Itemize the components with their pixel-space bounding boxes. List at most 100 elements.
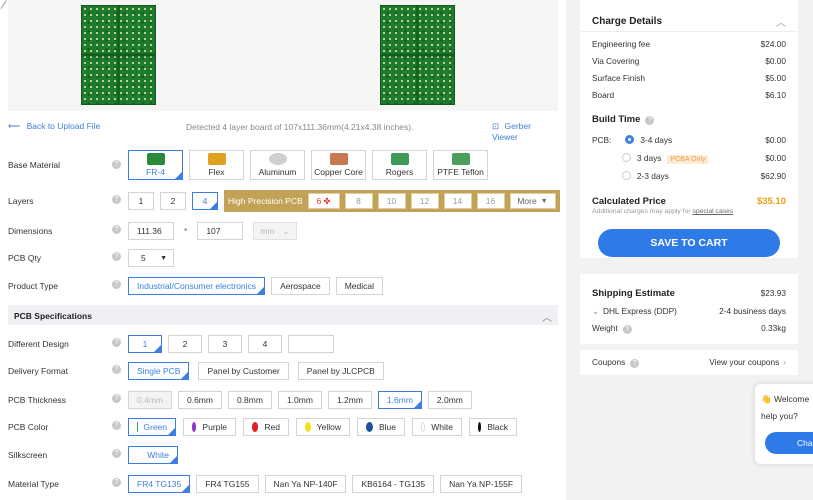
- help-icon[interactable]: ?: [112, 195, 121, 204]
- color-purple[interactable]: Purple: [183, 418, 236, 436]
- thickness-1-2mm[interactable]: 1.2mm: [327, 391, 372, 409]
- material-flex[interactable]: Flex: [189, 150, 244, 180]
- height-input[interactable]: 107: [197, 222, 244, 240]
- thickness-2-0mm[interactable]: 2.0mm: [427, 391, 472, 409]
- material-type-fr4-tg135[interactable]: FR4 TG135: [128, 475, 191, 493]
- charge-line: Engineering fee $24.00: [592, 39, 786, 49]
- material-type-label: Material Type: [8, 479, 59, 489]
- color-swatch: [478, 422, 482, 432]
- calculated-price: $35.10: [756, 196, 786, 207]
- unit-select[interactable]: mm ⌄: [253, 222, 297, 240]
- shipping-weight: Weight? 0.33kg: [592, 323, 786, 334]
- delivery-panel-by-jlcpcb[interactable]: Panel by JLCPCB: [297, 362, 384, 380]
- thickness-0-4mm[interactable]: 0.4mm: [128, 391, 172, 409]
- chevron-down-icon: ⌄: [282, 225, 290, 236]
- qty-select[interactable]: 5 ▼: [128, 249, 174, 267]
- material-type-kb6164[interactable]: KB6164 - TG135: [352, 475, 435, 493]
- design-4[interactable]: 4: [248, 335, 282, 353]
- save-to-cart-button[interactable]: SAVE TO CART: [598, 229, 780, 257]
- thickness-1-6mm[interactable]: 1.6mm: [377, 391, 422, 409]
- calculated-price-line: Calculated Price $35.10: [592, 196, 786, 207]
- shipping-header: Shipping Estimate $23.93: [592, 288, 786, 299]
- back-to-upload-link[interactable]: ⟵ Back to Upload File: [8, 121, 100, 132]
- help-icon[interactable]: ?: [112, 394, 121, 403]
- material-type-np140f[interactable]: Nan Ya NP-140F: [264, 475, 347, 493]
- layer-2[interactable]: 2: [160, 192, 186, 210]
- color-red[interactable]: Red: [243, 418, 289, 436]
- design-2[interactable]: 2: [168, 335, 202, 353]
- layer-4[interactable]: 4: [192, 192, 218, 210]
- help-icon[interactable]: ?: [112, 160, 121, 169]
- design-3[interactable]: 3: [208, 335, 242, 353]
- product-type-medical[interactable]: Medical: [335, 277, 383, 295]
- design-custom-input[interactable]: [288, 335, 334, 353]
- help-icon[interactable]: ?: [112, 280, 121, 289]
- maple-leaf-icon: ✤: [323, 195, 331, 206]
- layer-8[interactable]: 8: [344, 193, 373, 209]
- build-option-3-days[interactable]: 3 days PCBA Only $0.00: [592, 153, 786, 165]
- delivery-single-pcb[interactable]: Single PCB: [128, 362, 190, 380]
- chevron-up-icon[interactable]: ︿: [776, 14, 786, 29]
- radio-selected[interactable]: [625, 135, 635, 144]
- color-white[interactable]: White: [412, 418, 462, 436]
- radio[interactable]: [622, 171, 631, 180]
- material-rogers[interactable]: Rogers: [372, 150, 427, 180]
- chat-button[interactable]: Cha: [765, 432, 813, 454]
- width-input[interactable]: 111.36: [128, 222, 174, 240]
- special-cases-link[interactable]: special cases: [693, 208, 734, 215]
- product-type-aerospace[interactable]: Aerospace: [271, 277, 330, 295]
- wave-hand-icon: 👋: [761, 394, 772, 404]
- help-icon[interactable]: ?: [112, 338, 121, 347]
- layer-1[interactable]: 1: [128, 192, 154, 210]
- radio[interactable]: [622, 153, 631, 162]
- material-aluminum[interactable]: Aluminum: [250, 150, 305, 180]
- rogers-board-icon: [390, 153, 409, 165]
- view-coupons-link[interactable]: View your coupons ›: [709, 357, 786, 369]
- layer-6[interactable]: 6 ✤: [307, 193, 340, 209]
- thickness-0-6mm[interactable]: 0.6mm: [177, 391, 222, 409]
- material-type-np155f[interactable]: Nan Ya NP-155F: [440, 475, 523, 493]
- material-fr4[interactable]: FR-4: [128, 150, 183, 180]
- shipping-method[interactable]: ⌄ DHL Express (DDP) 2-4 business days: [592, 306, 786, 318]
- help-icon[interactable]: ?: [112, 449, 121, 458]
- more-layers-dropdown[interactable]: More ▼: [509, 193, 556, 209]
- thickness-1-0mm[interactable]: 1.0mm: [277, 391, 322, 409]
- delivery-panel-by-customer[interactable]: Panel by Customer: [198, 362, 289, 380]
- help-icon[interactable]: ?: [112, 225, 121, 234]
- board-bottom-image: [380, 5, 455, 105]
- charge-line: Surface Finish $5.00: [592, 73, 786, 83]
- help-icon[interactable]: ?: [112, 421, 121, 430]
- silkscreen-white[interactable]: White: [128, 446, 178, 464]
- times-sign: *: [184, 226, 188, 236]
- layer-14[interactable]: 14: [443, 193, 472, 209]
- caret-down-icon: ▼: [540, 197, 548, 205]
- material-ptfe-teflon[interactable]: PTFE Teflon: [433, 150, 488, 180]
- material-type-row: Material Type ? FR4 TG135 FR4 TG155 Nan …: [0, 471, 566, 497]
- shipping-estimate-card: Shipping Estimate $23.93 ⌄ DHL Express (D…: [580, 274, 798, 344]
- help-icon[interactable]: ?: [112, 252, 121, 261]
- material-copper-core[interactable]: Copper Core: [311, 150, 366, 180]
- color-yellow[interactable]: Yellow: [296, 418, 350, 436]
- help-icon[interactable]: ?: [630, 359, 640, 368]
- delivery-format-label: Delivery Format: [8, 366, 68, 376]
- pcb-specifications-header[interactable]: PCB Specifications ︿: [8, 305, 558, 325]
- product-type-industrial[interactable]: Industrial/Consumer electronics: [128, 277, 266, 295]
- color-blue[interactable]: Blue: [357, 418, 405, 436]
- build-option-2-3-days[interactable]: 2-3 days $62.90: [592, 171, 786, 183]
- color-green[interactable]: Green: [128, 418, 176, 436]
- layer-16[interactable]: 16: [476, 193, 505, 209]
- help-icon[interactable]: ?: [645, 116, 655, 125]
- layer-12[interactable]: 12: [410, 193, 439, 209]
- layer-10[interactable]: 10: [377, 193, 406, 209]
- color-black[interactable]: Black: [469, 418, 517, 436]
- build-option-3-4-days[interactable]: PCB: 3-4 days $0.00: [592, 135, 786, 147]
- design-1[interactable]: 1: [128, 335, 162, 353]
- thickness-0-8mm[interactable]: 0.8mm: [227, 391, 272, 409]
- high-precision-group: High Precision PCB 6 ✤ 8 10 12 14 16 More…: [224, 190, 560, 212]
- material-type-fr4-tg155[interactable]: FR4 TG155: [196, 475, 259, 493]
- help-icon[interactable]: ?: [112, 365, 121, 374]
- help-icon[interactable]: ?: [112, 478, 121, 487]
- gerber-viewer-link[interactable]: ⊡ Gerber Viewer: [492, 121, 558, 142]
- help-icon[interactable]: ?: [622, 325, 632, 334]
- section-title: PCB Specifications: [14, 311, 92, 321]
